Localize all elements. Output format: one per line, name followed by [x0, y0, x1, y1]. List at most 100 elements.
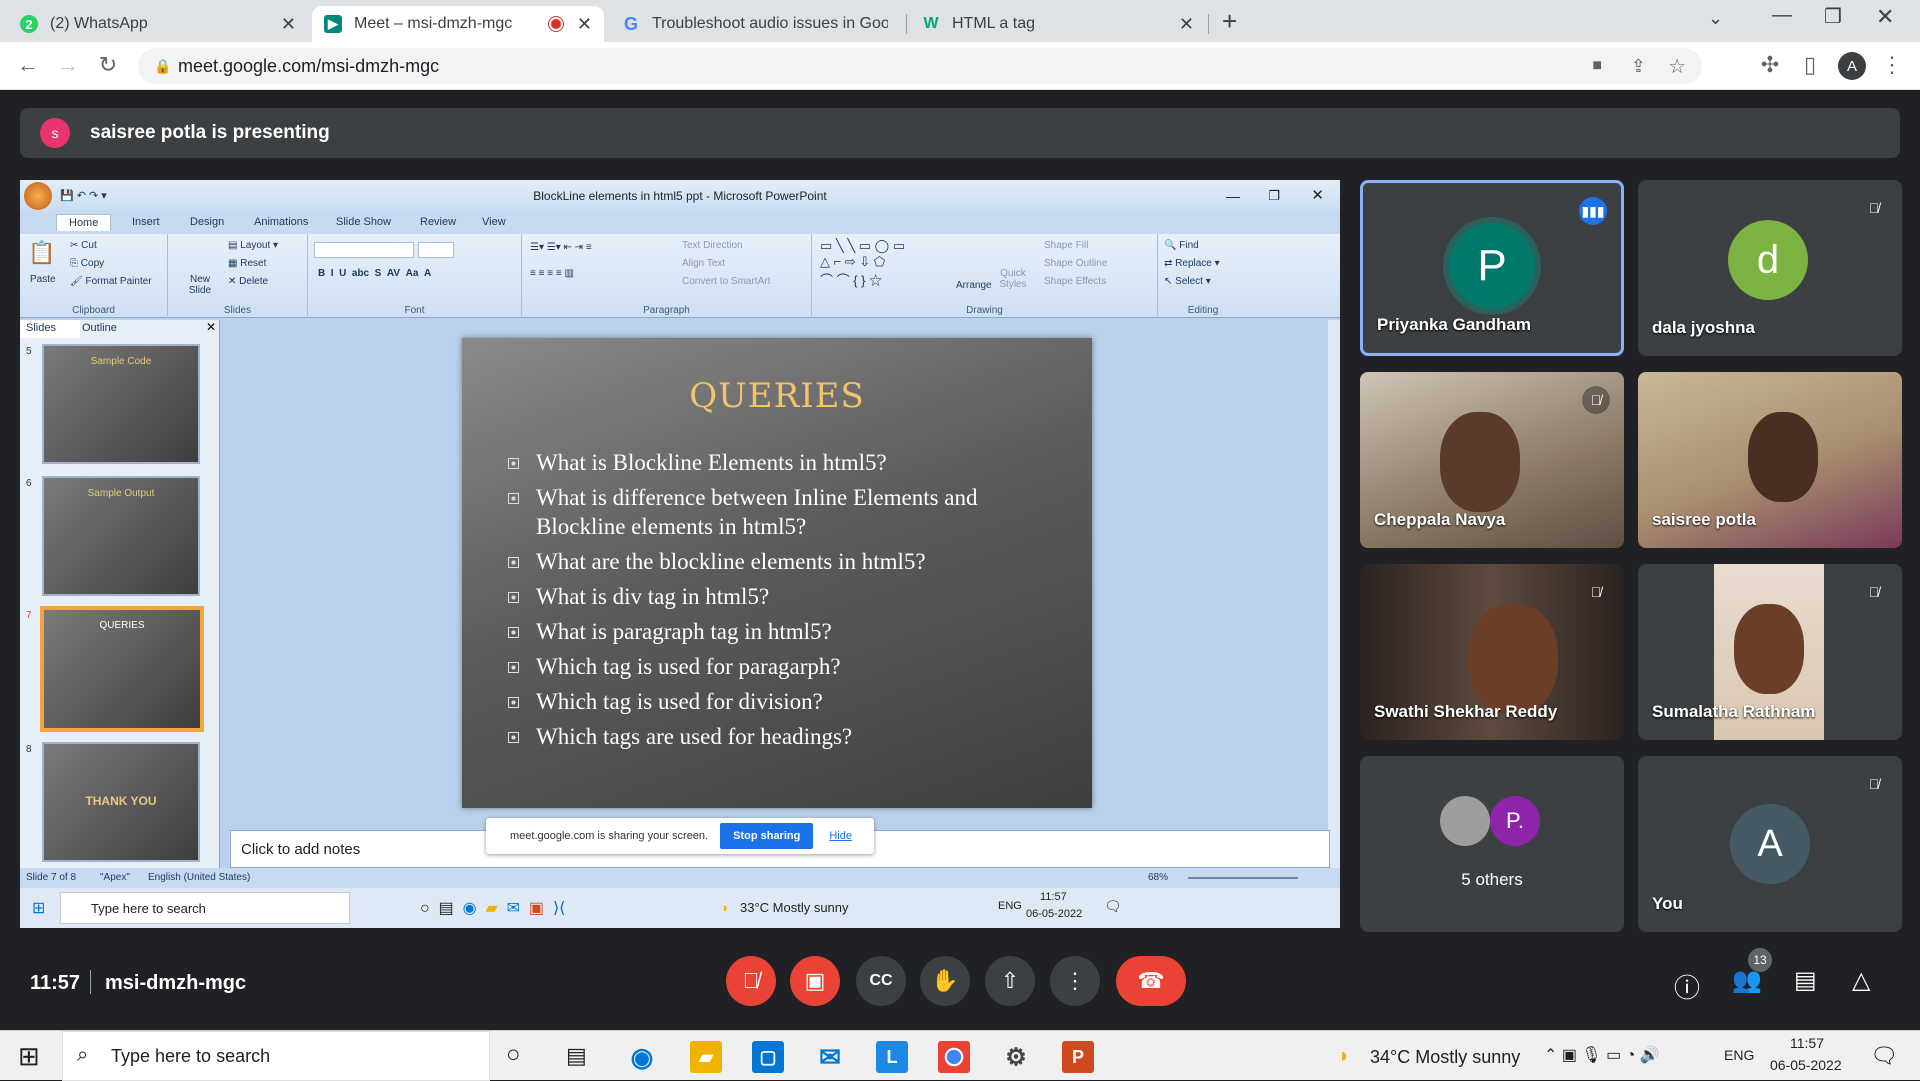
menu-icon[interactable]: ⋮ — [1878, 52, 1906, 78]
hide-button[interactable]: Hide — [829, 830, 852, 842]
ribbon-tab-insert[interactable]: Insert — [132, 216, 160, 228]
more-options-button[interactable]: ⋮ — [1050, 956, 1100, 1006]
select-button[interactable]: ↖ Select ▾ — [1164, 276, 1211, 287]
bookmark-star-icon[interactable]: ☆ — [1668, 54, 1686, 79]
forward-icon[interactable]: → — [54, 52, 82, 78]
text-direction-button[interactable]: Text Direction — [682, 240, 743, 251]
ribbon-tab-view[interactable]: View — [482, 216, 506, 228]
sidepanel-icon[interactable]: ▯ — [1796, 52, 1824, 78]
taskbar-apps[interactable]: ○ ▤ ◉ ▰ ✉ ▣ ⟩⟨ — [420, 898, 565, 918]
participant-tile-others[interactable]: P. 5 others — [1360, 756, 1624, 932]
present-button[interactable]: ⇧ — [985, 956, 1035, 1006]
bold-button[interactable]: B I U abc S AV Aa A — [318, 268, 431, 279]
quick-access-toolbar[interactable]: 💾 ↶ ↷ ▾ — [60, 180, 107, 212]
ribbon-tab-design[interactable]: Design — [190, 216, 224, 228]
zoom-slider[interactable] — [1188, 877, 1298, 879]
slide-scrollbar[interactable] — [1328, 320, 1340, 868]
tab-whatsapp[interactable]: 2 (2) WhatsApp ✕ — [8, 6, 308, 42]
participant-tile-priyanka[interactable]: P ▮▮▮ Priyanka Gandham — [1360, 180, 1624, 356]
replace-button[interactable]: ⇄ Replace ▾ — [1164, 258, 1220, 269]
delete-button[interactable]: ✕ Delete — [228, 276, 268, 287]
system-tray-icons[interactable]: ⌃ ▣ 🎙 ▭ ◔ 🔊 — [1544, 1045, 1660, 1065]
ribbon-tab-slide-show[interactable]: Slide Show — [336, 216, 391, 228]
notification-icon[interactable]: 🗨 — [1104, 898, 1122, 915]
shapes-gallery[interactable]: ▭ ╲ ╲ ▭ ◯ ▭ △ ⌐ ⇨ ⇩ ⬠ ⌒ ⌒ { } ☆ — [820, 238, 905, 289]
paste-button[interactable]: Paste — [30, 274, 56, 285]
file-explorer-icon[interactable]: ▰ — [690, 1041, 722, 1073]
windows-start-icon[interactable]: ⊞ — [32, 898, 45, 918]
raise-hand-button[interactable]: ✋ — [920, 956, 970, 1006]
bullets-button[interactable]: ☰▾ ☰▾ ⇤ ⇥ ≡ — [530, 242, 592, 253]
url-input[interactable]: 🔒 meet.google.com/msi-dmzh-mgc ■ ⇪ ☆ — [138, 48, 1702, 84]
tab-meet[interactable]: ▶ Meet – msi-dmzh-mgc ✕ — [312, 6, 604, 42]
minimize-button[interactable]: — — [1772, 4, 1792, 27]
outline-tab[interactable]: Outline — [82, 322, 117, 334]
close-window-button[interactable]: ✕ — [1876, 4, 1894, 30]
current-slide[interactable]: QUERIES What is Blockline Elements in ht… — [462, 338, 1092, 808]
shape-outline-button[interactable]: Shape Outline — [1044, 258, 1107, 269]
office-button[interactable] — [24, 182, 52, 210]
close-icon[interactable]: ✕ — [281, 14, 296, 35]
font-family-select[interactable] — [314, 242, 414, 258]
new-slide-button[interactable]: New Slide — [182, 274, 218, 296]
profile-avatar[interactable]: A — [1838, 52, 1866, 80]
find-button[interactable]: 🔍 Find — [1164, 240, 1199, 251]
reset-button[interactable]: ▦ Reset — [228, 258, 266, 269]
close-icon[interactable]: ✕ — [1179, 14, 1194, 35]
task-view-icon[interactable]: ▤ — [566, 1043, 587, 1069]
layout-button[interactable]: ▤ Layout ▾ — [228, 240, 278, 251]
windows-start-icon[interactable]: ⊞ — [18, 1041, 40, 1072]
cortana-icon[interactable]: ○ — [506, 1041, 521, 1069]
participant-tile-sumalatha[interactable]: 🎙̸ Sumalatha Rathnam — [1638, 564, 1902, 740]
participant-tile-cheppala[interactable]: 🎙̸ Cheppala Navya — [1360, 372, 1624, 548]
settings-icon[interactable]: ⚙ — [1000, 1041, 1032, 1073]
slide-thumbnail-selected[interactable]: QUERIES — [40, 606, 204, 732]
shape-fill-button[interactable]: Shape Fill — [1044, 240, 1088, 251]
taskbar-search-box[interactable]: ⌕ Type here to search — [62, 1031, 490, 1081]
share-icon[interactable]: ⇪ — [1631, 56, 1646, 77]
participant-tile-saisree[interactable]: saisree potla — [1638, 372, 1902, 548]
slide-thumbnail[interactable]: Sample Code — [42, 344, 200, 464]
notification-icon[interactable]: 🗨 — [1870, 1043, 1898, 1069]
format-painter-button[interactable]: 🖌 Format Painter — [70, 276, 152, 287]
smartart-button[interactable]: Convert to SmartArt — [682, 276, 770, 287]
slide-thumbnail[interactable]: Sample Output — [42, 476, 200, 596]
l-app-icon[interactable]: L — [876, 1041, 908, 1073]
close-pane-icon[interactable]: ✕ — [206, 320, 216, 334]
arrange-button[interactable]: Arrange — [956, 280, 992, 291]
ribbon-tab-review[interactable]: Review — [420, 216, 456, 228]
align-text-button[interactable]: Align Text — [682, 258, 725, 269]
stop-sharing-button[interactable]: Stop sharing — [720, 823, 814, 849]
chat-icon[interactable]: ▤ — [1794, 966, 1817, 995]
cut-button[interactable]: ✂ Cut — [70, 240, 97, 251]
slide-thumbnail[interactable]: THANK YOU — [42, 742, 200, 862]
ribbon-tab-animations[interactable]: Animations — [254, 216, 308, 228]
meeting-details-icon[interactable]: ⓘ — [1674, 968, 1700, 1005]
powerpoint-icon[interactable]: P — [1062, 1041, 1094, 1073]
participant-tile-dala[interactable]: d 🎙̸ dala jyoshna — [1638, 180, 1902, 356]
mail-icon[interactable]: ✉ — [814, 1041, 846, 1073]
copy-button[interactable]: ⎘ Copy — [70, 258, 104, 269]
leave-call-button[interactable]: ☎ — [1116, 956, 1186, 1006]
slides-tab[interactable]: Slides — [20, 320, 80, 338]
font-size-select[interactable] — [418, 242, 454, 258]
reload-icon[interactable]: ↻ — [94, 52, 122, 78]
ribbon-tab-home[interactable]: Home — [56, 214, 112, 231]
ppt-restore-button[interactable]: ❐ — [1268, 180, 1280, 212]
maximize-button[interactable]: ❐ — [1824, 4, 1842, 29]
back-icon[interactable]: ← — [14, 52, 42, 78]
ppt-minimize-button[interactable]: — — [1226, 180, 1240, 212]
edge-icon[interactable]: ◉ — [626, 1041, 658, 1073]
activities-icon[interactable]: △ — [1852, 966, 1870, 995]
camera-toggle-button[interactable]: ▣ — [790, 956, 840, 1006]
tab-html-a-tag[interactable]: W HTML a tag ✕ — [910, 6, 1206, 42]
store-icon[interactable]: ▢ — [752, 1041, 784, 1073]
participant-tile-swathi[interactable]: 🎙̸ Swathi Shekhar Reddy — [1360, 564, 1624, 740]
paste-icon[interactable]: 📋 — [28, 240, 55, 266]
ppt-close-button[interactable]: ✕ — [1311, 180, 1324, 212]
align-buttons[interactable]: ≡ ≡ ≡ ≡ ▥ — [530, 268, 574, 279]
quick-styles-button[interactable]: Quick Styles — [998, 268, 1028, 290]
tab-troubleshoot[interactable]: G Troubleshoot audio issues in Goo — [610, 6, 900, 42]
tab-search-icon[interactable]: ⌄ — [1708, 8, 1723, 29]
mic-toggle-button[interactable]: 🎙̸ — [726, 956, 776, 1006]
